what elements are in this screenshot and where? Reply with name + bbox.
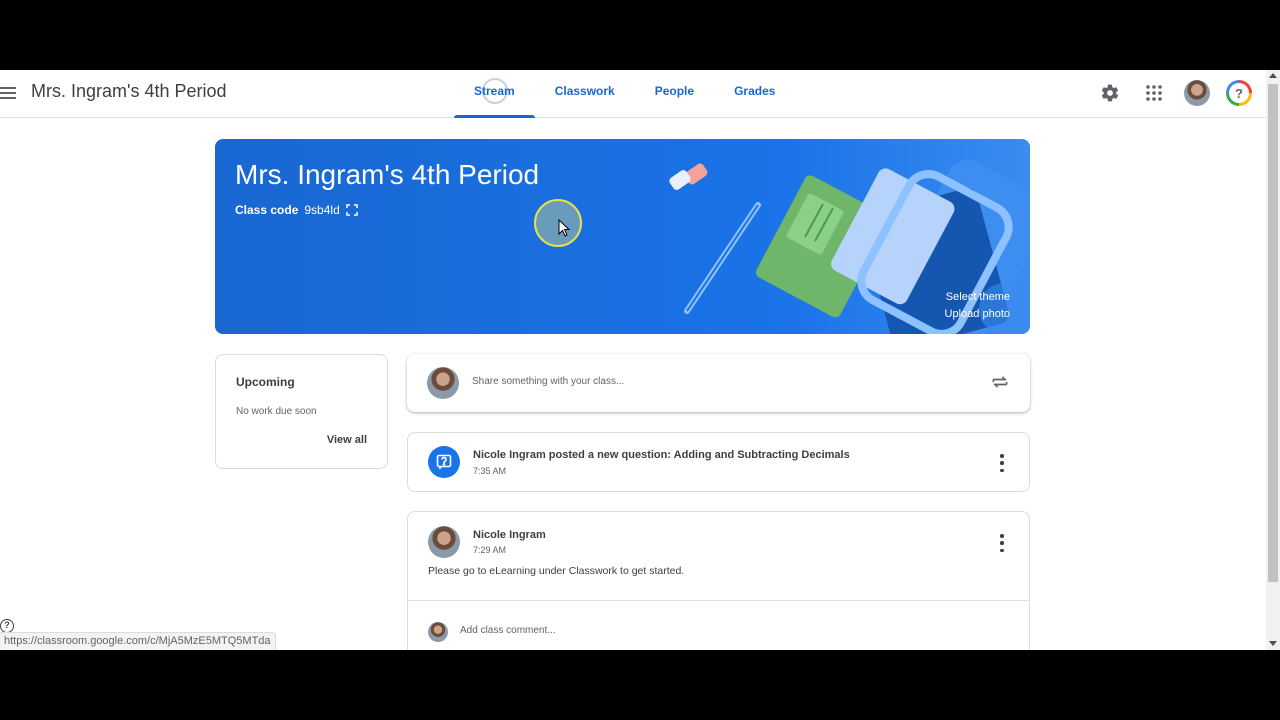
class-code-label: Class code <box>235 203 299 217</box>
class-code-value: 9sb4ld <box>304 203 340 217</box>
stream-item-announcement: Nicole Ingram 7:29 AM Please go to eLear… <box>407 511 1030 650</box>
tab-label: People <box>654 84 695 98</box>
avatar <box>428 622 448 642</box>
stream-item-time: 7:35 AM <box>473 466 507 476</box>
menu-icon[interactable] <box>0 84 18 102</box>
letterbox-top <box>0 0 1280 70</box>
post-author: Nicole Ingram <box>473 529 546 541</box>
question-icon <box>428 446 460 478</box>
class-code-row: Class code 9sb4ld <box>235 203 358 217</box>
stream-item-question[interactable]: Nicole Ingram posted a new question: Add… <box>407 432 1030 492</box>
mouse-cursor-icon <box>558 219 570 237</box>
tab-classwork[interactable]: Classwork <box>535 70 635 118</box>
add-comment-input[interactable]: Add class comment... <box>460 625 556 636</box>
upcoming-panel: Upcoming No work due soon View all <box>215 354 388 469</box>
post-time: 7:29 AM <box>473 545 507 555</box>
gear-icon[interactable] <box>1096 79 1124 107</box>
upcoming-empty-text: No work due soon <box>236 406 317 417</box>
avatar[interactable] <box>1184 80 1210 106</box>
help-icon[interactable]: ? <box>1226 80 1252 106</box>
repost-icon[interactable] <box>990 372 1010 392</box>
scroll-down-icon[interactable] <box>1269 641 1277 646</box>
help-icon[interactable]: ? <box>0 619 14 633</box>
letterbox-bottom <box>0 650 1280 720</box>
upload-photo-link[interactable]: Upload photo <box>945 306 1010 323</box>
avatar <box>428 526 460 558</box>
tab-bar: Stream Classwork People Grades <box>454 70 795 118</box>
page-title[interactable]: Mrs. Ingram's 4th Period <box>31 81 227 102</box>
fullscreen-icon[interactable] <box>346 204 358 216</box>
browser-viewport: Mrs. Ingram's 4th Period Stream Classwor… <box>0 70 1280 650</box>
stream-item-title[interactable]: Nicole Ingram posted a new question: Add… <box>473 449 850 461</box>
tab-stream[interactable]: Stream <box>454 70 535 118</box>
scrollbar[interactable] <box>1266 70 1280 650</box>
banner-title[interactable]: Mrs. Ingram's 4th Period <box>235 159 539 191</box>
post-body: Please go to eLearning under Classwork t… <box>428 565 685 577</box>
app-header: Mrs. Ingram's 4th Period Stream Classwor… <box>0 70 1266 118</box>
tab-people[interactable]: People <box>635 70 714 118</box>
tab-label: Grades <box>734 84 776 98</box>
tab-label: Stream <box>474 84 515 98</box>
class-banner: Mrs. Ingram's 4th Period Class code 9sb4… <box>215 139 1030 334</box>
apps-icon[interactable] <box>1140 79 1168 107</box>
more-options-icon[interactable] <box>999 534 1005 552</box>
tab-label: Classwork <box>554 84 615 98</box>
upcoming-title: Upcoming <box>236 375 295 389</box>
view-all-link[interactable]: View all <box>327 434 367 446</box>
share-input[interactable]: Share something with your class... <box>472 376 624 387</box>
header-actions: ? <box>1096 79 1252 107</box>
more-options-icon[interactable] <box>999 454 1005 472</box>
comment-row: Add class comment... <box>408 600 1029 642</box>
share-box[interactable]: Share something with your class... <box>407 354 1030 412</box>
tab-grades[interactable]: Grades <box>714 70 795 118</box>
status-bar-url: https://classroom.google.com/c/MjA5MzE5M… <box>0 632 276 650</box>
select-theme-link[interactable]: Select theme <box>945 289 1010 306</box>
avatar <box>427 367 459 399</box>
scroll-up-icon[interactable] <box>1269 73 1277 78</box>
banner-links: Select theme Upload photo <box>945 289 1010 323</box>
scroll-thumb[interactable] <box>1268 84 1278 582</box>
